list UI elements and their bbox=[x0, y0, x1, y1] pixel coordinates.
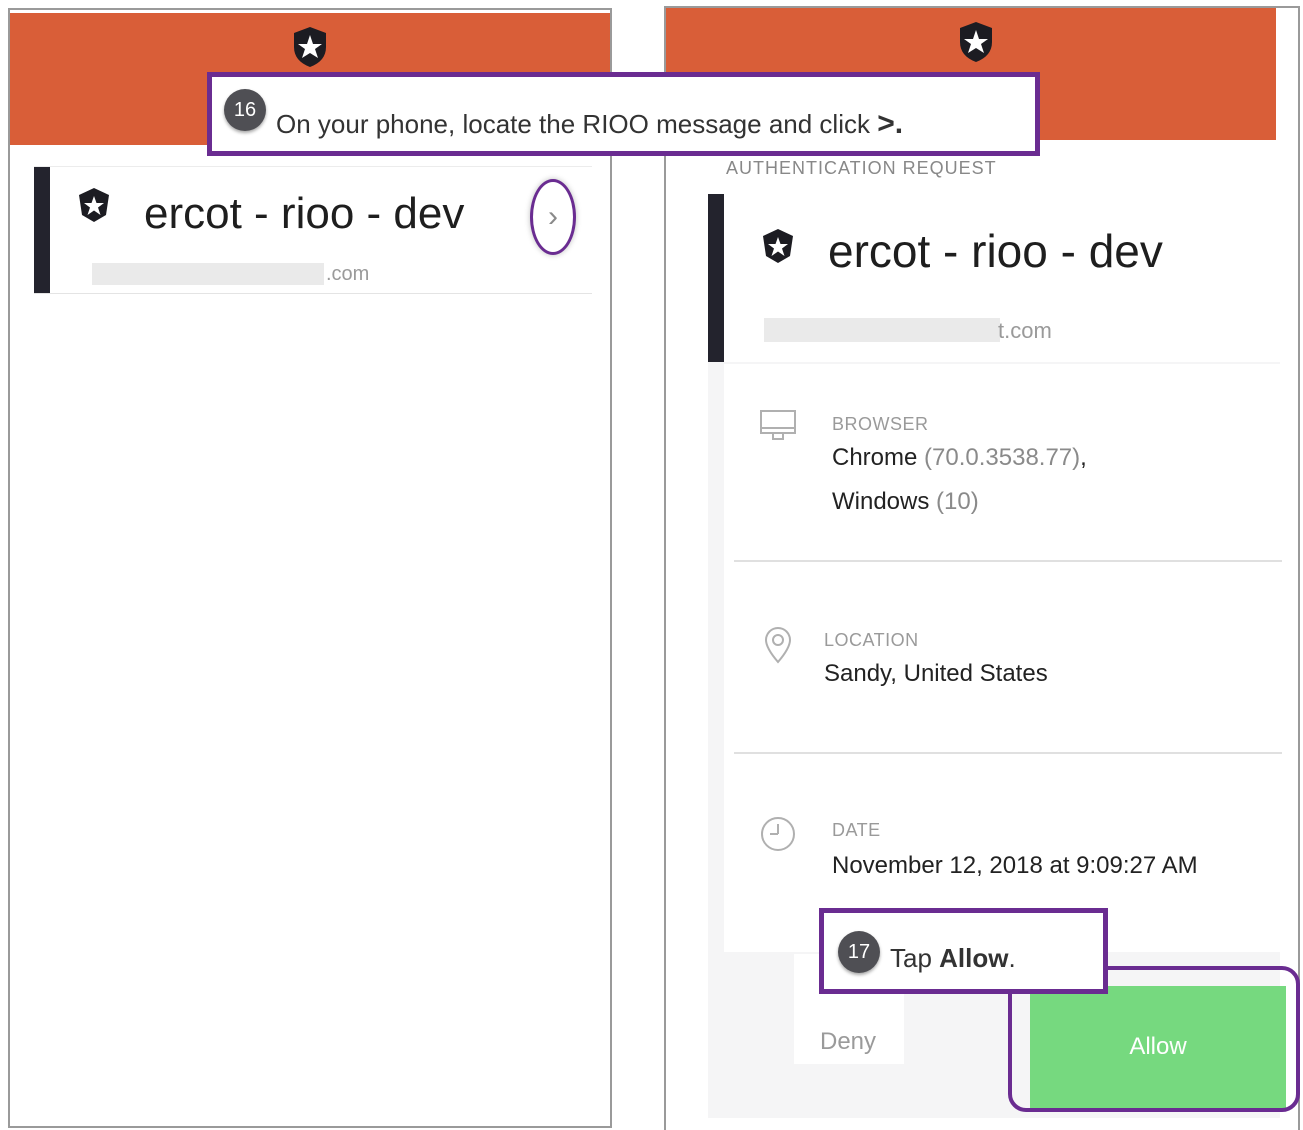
open-message-button[interactable]: › bbox=[530, 179, 576, 255]
location-pin-icon bbox=[764, 627, 792, 664]
instruction-callout-17: 17 Tap Allow. bbox=[819, 908, 1108, 994]
os-value: Windows (10) bbox=[832, 488, 979, 515]
divider bbox=[734, 752, 1282, 754]
app-name: ercot - rioo - dev bbox=[144, 189, 465, 238]
monitor-icon bbox=[760, 410, 796, 440]
location-value: Sandy, United States bbox=[824, 660, 1048, 687]
section-label: AUTHENTICATION REQUEST bbox=[726, 158, 997, 178]
card-accent-bar bbox=[708, 194, 724, 362]
instruction-callout-16: 16 On your phone, locate the RIOO messag… bbox=[207, 72, 1040, 156]
chevron-right-icon: › bbox=[548, 200, 558, 233]
instruction-text: Tap Allow. bbox=[890, 943, 1016, 973]
rioo-message-card[interactable]: ercot - rioo - dev .com › bbox=[34, 166, 592, 294]
auth-request-header: ercot - rioo - dev t.com bbox=[708, 194, 1280, 362]
app-logo-icon bbox=[763, 229, 793, 263]
domain-suffix: .com bbox=[326, 263, 370, 285]
redacted-domain bbox=[92, 263, 324, 285]
date-value: November 12, 2018 at 9:09:27 AM bbox=[832, 852, 1198, 879]
shield-star-icon bbox=[294, 27, 326, 67]
left-phone-screen: ercot - rioo - dev .com › bbox=[8, 8, 612, 1128]
auth-details: BROWSER Chrome (70.0.3538.77), Windows (… bbox=[724, 364, 1282, 952]
app-name: ercot - rioo - dev bbox=[828, 225, 1163, 277]
clock-icon bbox=[761, 817, 795, 851]
step-number-badge: 16 bbox=[224, 89, 266, 131]
browser-label: BROWSER bbox=[832, 414, 929, 434]
step-number-badge: 17 bbox=[838, 931, 880, 973]
browser-value: Chrome (70.0.3538.77), bbox=[832, 444, 1087, 471]
domain-suffix: t.com bbox=[998, 318, 1052, 343]
divider bbox=[734, 560, 1282, 562]
location-label: LOCATION bbox=[824, 630, 919, 650]
instruction-text: On your phone, locate the RIOO message a… bbox=[276, 107, 904, 140]
redacted-domain bbox=[764, 318, 1000, 342]
shield-star-icon bbox=[960, 22, 992, 62]
card-accent-bar bbox=[34, 167, 50, 293]
date-label: DATE bbox=[832, 820, 881, 840]
app-logo-icon bbox=[79, 188, 109, 222]
deny-button[interactable]: Deny bbox=[820, 1028, 876, 1056]
